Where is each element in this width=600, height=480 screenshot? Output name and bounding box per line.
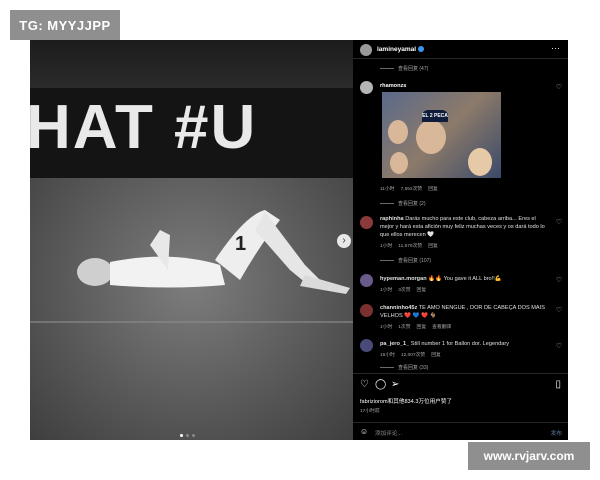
instagram-post: HAT #U 1 › lamineyamal ··· 查看回复 (47) rha… (30, 40, 568, 440)
banner-text: HAT #U (30, 93, 258, 162)
svg-text:1: 1 (235, 233, 246, 255)
cap-text: EL 2 PECA (422, 110, 448, 122)
view-replies-link[interactable]: 查看回复 (2) (380, 200, 426, 207)
comment-image: EL 2 PECA (382, 92, 501, 178)
player-lying-figure: 1 (77, 210, 350, 294)
comment-avatar[interactable] (360, 81, 373, 94)
comment-meta: 1小时 11,579次赞 回复 (380, 244, 438, 249)
comment-meta: 11小时 7,552次赞 回复 (380, 187, 438, 192)
comment-body: pa_jero_1_ Still number 1 for Ballon dor… (380, 341, 510, 347)
comments-panel: lamineyamal ··· 查看回复 (47) rhamonzs ♡ EL … (353, 40, 568, 440)
comment-avatar[interactable] (360, 339, 373, 352)
comment-username[interactable]: raphinha (380, 216, 404, 222)
likes-summary: fabriziorom和其他834.3万位用户赞了 (360, 399, 453, 405)
comment-username[interactable]: channinho45z (380, 305, 417, 311)
view-replies-link[interactable]: 查看回复 (47) (380, 65, 428, 72)
comment-meta: 1小时 1次赞 回复 查看翻译 (380, 325, 452, 330)
author-avatar[interactable] (360, 44, 372, 56)
watermark-bottom-right: www.rvjarv.com (468, 442, 590, 470)
comment-icon[interactable]: ◯ (375, 379, 386, 390)
heart-icon[interactable]: ♡ (556, 306, 562, 314)
comment-username[interactable]: hypeman.morgan (380, 276, 427, 282)
comment-avatar[interactable] (360, 274, 373, 287)
more-icon[interactable]: ··· (551, 43, 560, 53)
verified-icon (418, 46, 425, 53)
post-time: 17小时前 (360, 409, 380, 414)
author-username[interactable]: lamineyamal (377, 46, 425, 53)
comment-avatar[interactable] (360, 216, 373, 229)
comment-body: channinho45z TE AMO NENGUE , DOR DE CABE… (380, 305, 545, 319)
post-header: lamineyamal ··· (353, 40, 568, 59)
heart-icon[interactable]: ♡ (360, 379, 369, 390)
carousel-dots (180, 434, 195, 437)
comment-username[interactable]: rhamonzs (380, 83, 406, 89)
emoji-icon[interactable]: ☺ (360, 427, 368, 436)
action-bar: ♡ ◯ ➢ ▯ (353, 373, 568, 392)
comment-meta: 16小时 12,007次赞 回复 (380, 353, 441, 358)
share-icon[interactable]: ➢ (391, 379, 399, 390)
post-button[interactable]: 发布 (551, 429, 562, 437)
heart-icon[interactable]: ♡ (556, 342, 562, 350)
comment-avatar[interactable] (360, 304, 373, 317)
view-replies-link[interactable]: 查看回复 (107) (380, 257, 431, 264)
view-replies-link[interactable]: 查看回复 (33) (380, 364, 428, 371)
pitch-line (30, 321, 353, 323)
save-icon[interactable]: ▯ (555, 379, 561, 390)
comment-username[interactable]: pa_jero_1_ (380, 341, 409, 347)
watermark-top-left: TG: MYYJJPP (10, 10, 120, 40)
comment-body: hypeman.morgan 🔥🔥 You gave it ALL bro!!💪 (380, 276, 502, 282)
comment-body: raphinha Darás mucho para este club, cab… (380, 216, 545, 238)
next-arrow-icon[interactable]: › (337, 234, 351, 248)
heart-icon[interactable]: ♡ (556, 276, 562, 284)
heart-icon[interactable]: ♡ (556, 83, 562, 91)
comment-input[interactable]: 添加评论... (375, 429, 402, 437)
add-comment-bar: ☺ 添加评论... 发布 (353, 422, 568, 440)
stadium-stands (30, 40, 353, 88)
heart-icon[interactable]: ♡ (556, 218, 562, 226)
post-photo: HAT #U 1 › (30, 40, 353, 440)
comment-meta: 1小时 3次赞 回复 (380, 288, 427, 293)
